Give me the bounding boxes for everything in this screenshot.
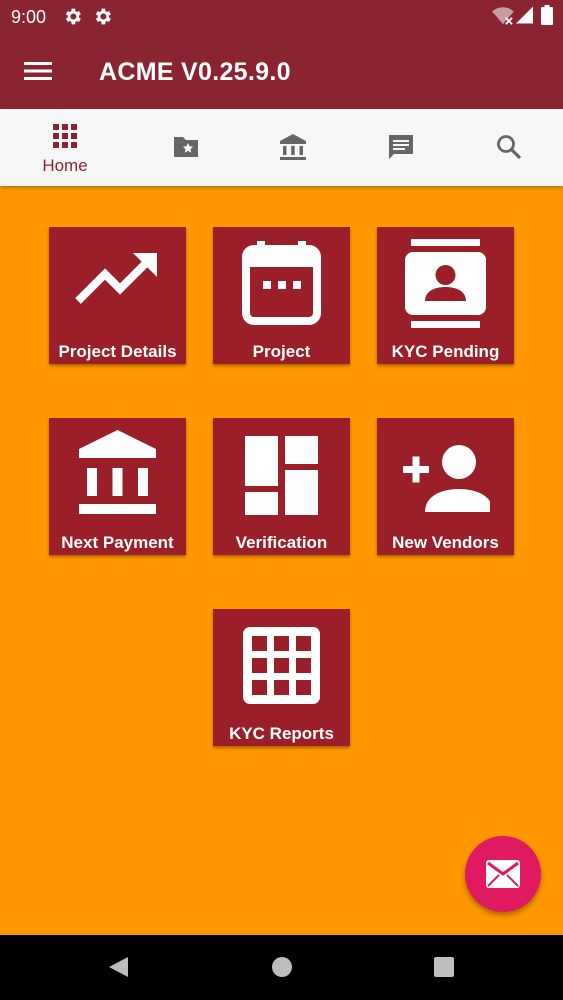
tile-label: New Vendors (392, 533, 499, 552)
tile-verification[interactable]: Verification (213, 418, 350, 555)
tile-label: Next Payment (61, 533, 174, 552)
status-bar: 9:00 (0, 0, 563, 34)
trending-up-icon (75, 253, 157, 304)
tab-favorites[interactable] (131, 109, 239, 186)
tile-project-details[interactable]: Project Details (49, 227, 186, 364)
calendar-icon (242, 241, 321, 325)
app-bar: ACME V0.25.9.0 (0, 34, 563, 109)
tile-next-payment[interactable]: Next Payment (49, 418, 186, 555)
search-icon (497, 135, 522, 160)
back-icon[interactable] (106, 955, 130, 979)
home-circle-icon[interactable] (270, 955, 294, 979)
grid-icon (243, 627, 320, 704)
tile-label: Project (252, 342, 311, 361)
bank-icon (79, 430, 156, 514)
mail-fab-button[interactable] (465, 836, 541, 912)
mail-icon (486, 860, 520, 888)
recents-square-icon[interactable] (432, 955, 456, 979)
status-time: 9:00 (11, 7, 47, 27)
tab-bank[interactable] (238, 109, 346, 186)
tile-kyc-reports[interactable]: KYC Reports (213, 609, 350, 746)
settings-gear-icon (65, 8, 81, 25)
folder-star-icon (174, 137, 198, 157)
cell-signal-icon (516, 6, 533, 24)
battery-icon (541, 5, 553, 25)
tile-project[interactable]: Project (213, 227, 350, 364)
tile-kyc-pending[interactable]: KYC Pending (377, 227, 514, 364)
system-nav-bar (0, 935, 563, 1000)
tile-label: KYC Reports (229, 724, 334, 743)
tab-home-label: Home (42, 156, 88, 175)
person-add-icon (403, 445, 490, 512)
bank-icon (280, 134, 306, 160)
settings-gear-icon (95, 8, 111, 25)
dashboard-icon (245, 436, 318, 515)
wifi-off-icon (492, 7, 514, 25)
tile-label: Project Details (58, 342, 177, 361)
tab-home[interactable]: Home (11, 109, 119, 186)
tab-bar: Home (0, 109, 563, 186)
message-icon (389, 135, 413, 159)
grid-icon (53, 124, 77, 148)
tile-new-vendors[interactable]: New Vendors (377, 418, 514, 555)
tile-label: KYC Pending (391, 342, 500, 361)
tile-label: Verification (235, 533, 328, 552)
tab-search[interactable] (454, 109, 562, 186)
app-title: ACME V0.25.9.0 (99, 58, 291, 86)
contact-card-icon (405, 239, 486, 328)
tab-messages[interactable] (346, 109, 454, 186)
hamburger-menu-icon[interactable] (24, 58, 52, 84)
